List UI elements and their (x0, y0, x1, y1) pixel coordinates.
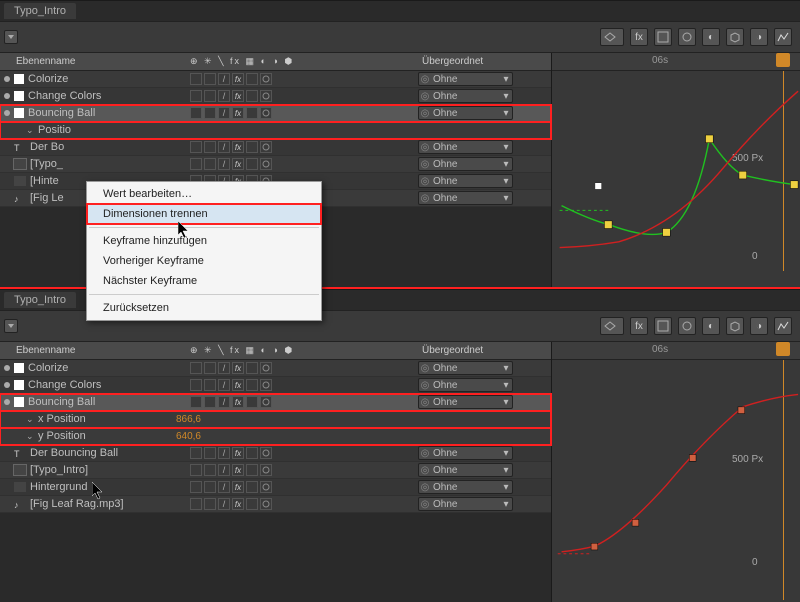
ctx-separate-dimensions[interactable]: Dimensionen trennen (87, 204, 321, 224)
frame-blend-icon[interactable] (654, 317, 672, 335)
layer-row[interactable]: Colorize ◎Ohne▾ (0, 71, 551, 88)
parent-dropdown[interactable]: ◎Ohne▾ (418, 89, 513, 103)
layer-row[interactable]: [Fig Leaf Rag.mp3] ◎Ohne▾ (0, 496, 551, 513)
top-panel: Typo_Intro fx ◐ ◑ Ebenenname ⊕ ✳ ╲ fx ▦ … (0, 0, 800, 287)
parent-dropdown[interactable]: ◎Ohne▾ (418, 72, 513, 86)
layer-row[interactable]: Change Colors ◎Ohne▾ (0, 377, 551, 394)
parent-dropdown[interactable]: ◎Ohne▾ (418, 157, 513, 171)
property-name: x Position (38, 413, 86, 425)
property-name: Positio (38, 124, 71, 136)
fx-icon[interactable]: fx (630, 28, 648, 46)
composition-tab-2[interactable]: Typo_Intro (4, 292, 76, 308)
frame-blend-icon[interactable] (654, 28, 672, 46)
parent-dropdown[interactable]: ◎Ohne▾ (418, 174, 513, 188)
layer-name-text: Hintergrund (30, 481, 87, 493)
property-value[interactable]: 866,6 (176, 414, 201, 425)
layer-row[interactable]: Bouncing Ball ◎Ohne▾ (0, 105, 551, 122)
composition-tab[interactable]: Typo_Intro (4, 3, 76, 19)
layer-name-text: Der Bo (30, 141, 64, 153)
property-position[interactable]: ⌄ Positio (0, 122, 551, 139)
col-header-parent-2[interactable]: Übergeordnet (418, 345, 518, 356)
layer-name-text: [Fig Leaf Rag.mp3] (30, 498, 124, 510)
motion-blur-icon[interactable] (678, 28, 696, 46)
layer-name-text: [Typo_Intro] (30, 464, 88, 476)
property-row[interactable]: ⌄ x Position 866,6 (0, 411, 551, 428)
layer-row[interactable]: Der Bouncing Ball ◎Ohne▾ (0, 445, 551, 462)
col-header-switches-2: ⊕ ✳ ╲ fx ▦ ◐ ◑ ⬢ (190, 345, 318, 356)
timeline-toolbar: fx ◐ ◑ (0, 21, 800, 53)
parent-dropdown[interactable]: ◎Ohne▾ (418, 191, 513, 205)
parent-dropdown[interactable]: ◎Ohne▾ (418, 106, 513, 120)
col-header-name-2[interactable]: Ebenenname (0, 345, 190, 356)
brain-icon[interactable]: ◐ (702, 317, 720, 335)
draft3d-icon[interactable]: ◑ (750, 317, 768, 335)
parent-dropdown[interactable]: ◎Ohne▾ (418, 361, 513, 375)
layer-row[interactable]: [Typo_Intro] ◎Ohne▾ (0, 462, 551, 479)
ctx-reset[interactable]: Zurücksetzen (87, 298, 321, 318)
layer-name-text: Colorize (28, 73, 68, 85)
3d-icon[interactable] (726, 28, 744, 46)
motion-blur-icon[interactable] (678, 317, 696, 335)
draft3d-icon[interactable]: ◑ (750, 28, 768, 46)
graph-editor-icon[interactable] (774, 28, 792, 46)
parent-dropdown[interactable]: ◎Ohne▾ (418, 446, 513, 460)
layer-row[interactable]: Change Colors ◎Ohne▾ (0, 88, 551, 105)
graph-editor-top[interactable]: 06s 500 Px 0 (552, 53, 800, 287)
ctx-edit-value[interactable]: Wert bearbeiten… (87, 184, 321, 204)
layer-name-text: [Typo_ (30, 158, 63, 170)
parent-dropdown[interactable]: ◎Ohne▾ (418, 497, 513, 511)
shy-icon[interactable] (600, 28, 624, 46)
brain-icon[interactable]: ◐ (702, 28, 720, 46)
layer-panel-bottom: Ebenenname ⊕ ✳ ╲ fx ▦ ◐ ◑ ⬢ Übergeordnet… (0, 342, 552, 602)
col-header-name[interactable]: Ebenenname (0, 56, 190, 67)
ctx-add-keyframe[interactable]: Keyframe hinzufügen (87, 231, 321, 251)
property-value[interactable]: 640,6 (176, 431, 201, 442)
layer-name-text: Colorize (28, 362, 68, 374)
context-menu: Wert bearbeiten… Dimensionen trennen Key… (86, 181, 322, 321)
property-name: y Position (38, 430, 86, 442)
graph-editor-bottom[interactable]: 06s 500 Px 0 (552, 342, 800, 602)
layer-panel-top: Ebenenname ⊕ ✳ ╲ fx ▦ ◐ ◑ ⬢ Übergeordnet… (0, 53, 552, 287)
layer-name-text: Bouncing Ball (28, 396, 95, 408)
parent-dropdown[interactable]: ◎Ohne▾ (418, 463, 513, 477)
graph-editor-icon[interactable] (774, 317, 792, 335)
bottom-panel: Typo_Intro fx ◐ ◑ Ebenenname ⊕ ✳ ╲ fx ▦ … (0, 289, 800, 602)
ctx-next-keyframe[interactable]: Nächster Keyframe (87, 271, 321, 291)
layer-row[interactable]: Der Bo ◎Ohne▾ (0, 139, 551, 156)
layer-row[interactable]: Colorize ◎Ohne▾ (0, 360, 551, 377)
parent-dropdown[interactable]: ◎Ohne▾ (418, 480, 513, 494)
layer-name-text: Bouncing Ball (28, 107, 95, 119)
property-row[interactable]: ⌄ y Position 640,6 (0, 428, 551, 445)
parent-dropdown[interactable]: ◎Ohne▾ (418, 140, 513, 154)
layer-row[interactable]: Bouncing Ball ◎Ohne▾ (0, 394, 551, 411)
fx-icon[interactable]: fx (630, 317, 648, 335)
tab-bar: Typo_Intro (0, 1, 800, 21)
shy-icon[interactable] (600, 317, 624, 335)
ctx-prev-keyframe[interactable]: Vorheriger Keyframe (87, 251, 321, 271)
parent-dropdown[interactable]: ◎Ohne▾ (418, 378, 513, 392)
layer-name-text: Change Colors (28, 90, 101, 102)
toolbar-dropdown-2[interactable] (4, 319, 18, 333)
3d-icon[interactable] (726, 317, 744, 335)
layer-row[interactable]: Hintergrund ◎Ohne▾ (0, 479, 551, 496)
col-header-parent[interactable]: Übergeordnet (418, 56, 518, 67)
layer-name-text: Change Colors (28, 379, 101, 391)
layer-name-text: [Fig Le (30, 192, 64, 204)
layer-name-text: [Hinte (30, 175, 59, 187)
toolbar-dropdown[interactable] (4, 30, 18, 44)
layer-name-text: Der Bouncing Ball (30, 447, 118, 459)
col-header-switches: ⊕ ✳ ╲ fx ▦ ◐ ◑ ⬢ (190, 56, 318, 67)
layer-row[interactable]: [Typo_ ◎Ohne▾ (0, 156, 551, 173)
parent-dropdown[interactable]: ◎Ohne▾ (418, 395, 513, 409)
